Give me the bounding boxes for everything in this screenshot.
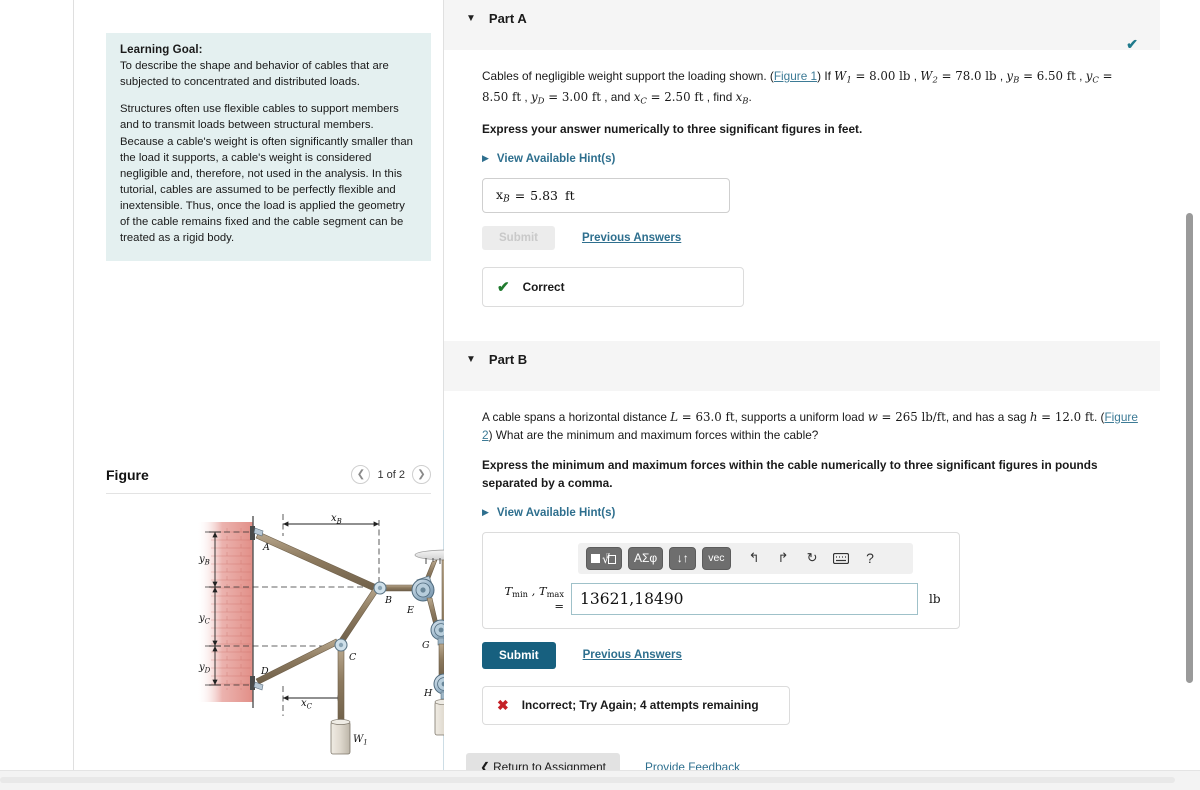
part-b-title: Part B	[488, 351, 528, 367]
part-b-answer-label: Tmin , Tmax =	[504, 584, 564, 614]
part-b-text-3: , and has a sag	[945, 409, 1030, 424]
math-toolbar: √ □ ΑΣφ ↓↑ vec ↰ ↱ ↻ ?	[578, 542, 913, 574]
part-b-text-5: ) What are the minimum and maximum force…	[488, 428, 819, 443]
part-a-hints-toggle[interactable]: ▶ View Available Hint(s)	[482, 153, 1138, 165]
part-b-submit-button[interactable]: Submit	[482, 641, 556, 669]
right-panel: ▼ Part A ✔ Cables of negligible weight s…	[444, 0, 1160, 781]
svg-text:xB: xB	[331, 513, 342, 526]
part-b-answer-unit: lb	[929, 591, 941, 606]
redo-icon[interactable]: ↱	[775, 550, 792, 566]
part-b-text-1: A cable spans a horizontal distance	[482, 409, 671, 424]
part-a-answer-value: 5.83	[530, 187, 559, 203]
template-square-icon	[591, 553, 600, 563]
figure-counter: 1 of 2	[377, 468, 405, 481]
part-a-actions: Submit Previous Answers	[482, 225, 1138, 250]
figure-1-link[interactable]: Figure 1	[774, 69, 817, 83]
part-a-answer-unit: ft	[565, 187, 575, 203]
greek-symbols-button[interactable]: ΑΣφ	[628, 546, 664, 570]
part-b-hints-label: View Available Hint(s)	[496, 506, 616, 519]
horizontal-scrollbar-track[interactable]	[0, 770, 1200, 790]
part-a-feedback-box: ✔ Correct	[482, 266, 744, 307]
radical-icon: √ □	[602, 552, 616, 566]
part-a-answer-equals: =	[514, 187, 526, 203]
horizontal-scrollbar-thumb[interactable]	[0, 777, 1175, 783]
part-a-instruction: Express your answer numerically to three…	[482, 122, 863, 137]
part-a-previous-answers-link[interactable]: Previous Answers	[582, 232, 681, 244]
svg-text:C: C	[349, 652, 357, 663]
svg-text:□: □	[606, 553, 611, 559]
part-b-actions: Submit Previous Answers	[482, 641, 1138, 669]
part-a-answer-symbol: xB	[496, 186, 510, 205]
svg-text:A: A	[262, 542, 270, 553]
svg-text:D: D	[260, 666, 269, 677]
part-b-answer-value: 13621,18490	[580, 589, 684, 608]
part-a-feedback-text: Correct	[522, 279, 565, 294]
question-text-mid: ) If	[817, 69, 835, 83]
chevron-right-icon: ▶	[482, 153, 489, 164]
vector-button[interactable]: vec	[702, 546, 731, 570]
check-icon: ✔	[497, 278, 510, 296]
part-b-answer-input[interactable]: 13621,18490	[571, 582, 918, 615]
undo-icon[interactable]: ↰	[746, 550, 763, 566]
x-icon: ✖	[497, 696, 509, 713]
collapse-caret-icon[interactable]: ▼	[466, 11, 476, 27]
vertical-scrollbar-thumb[interactable]	[1186, 213, 1193, 683]
part-b-body: A cable spans a horizontal distance L = …	[444, 408, 1160, 725]
part-a-header[interactable]: ▼ Part A ✔	[444, 0, 1160, 52]
part-b-text-4: . (	[1093, 409, 1105, 424]
math-template-button[interactable]: √ □	[586, 546, 622, 570]
svg-text:E: E	[406, 605, 414, 616]
part-b-header[interactable]: ▼ Part B	[444, 340, 1160, 391]
left-gutter	[0, 0, 74, 770]
collapse-caret-icon[interactable]: ▼	[466, 352, 476, 368]
part-b-hints-toggle[interactable]: ▶ View Available Hint(s)	[482, 507, 1138, 519]
check-icon: ✔	[1126, 36, 1138, 52]
part-a-title: Part A	[488, 11, 527, 26]
svg-text:H: H	[423, 688, 433, 699]
part-b-question: A cable spans a horizontal distance L = …	[482, 409, 1138, 443]
svg-text:xC: xC	[301, 698, 313, 711]
part-b-previous-answers-link[interactable]: Previous Answers	[583, 649, 682, 661]
part-b-feedback-text: Incorrect; Try Again; 4 attempts remaini…	[521, 698, 759, 713]
svg-text:W1: W1	[353, 734, 368, 747]
page-root: Learning Goal: To describe the shape and…	[0, 0, 1200, 790]
question-text-pre: Cables of negligible weight support the …	[482, 69, 774, 83]
figure-navigation: ❮ 1 of 2 ❯	[351, 465, 431, 484]
part-a-body: Cables of negligible weight support the …	[444, 67, 1160, 307]
chevron-right-icon[interactable]: ❯	[412, 465, 431, 484]
figure-panel-title: Figure	[106, 466, 149, 483]
part-b-section: ▼ Part B A cable spans a horizontal dist…	[444, 340, 1160, 781]
learning-goal-box: Learning Goal: To describe the shape and…	[106, 33, 431, 261]
updown-arrows-button[interactable]: ↓↑	[669, 546, 697, 570]
learning-goal-paragraph-1: To describe the shape and behavior of ca…	[120, 60, 389, 89]
part-a-question: Cables of negligible weight support the …	[482, 69, 1113, 106]
help-icon[interactable]: ?	[862, 550, 879, 566]
part-b-instruction: Express the minimum and maximum forces w…	[482, 458, 1098, 491]
keyboard-icon[interactable]	[833, 552, 850, 564]
learning-goal-paragraph-2: Structures often use flexible cables to …	[120, 103, 413, 245]
part-b-answer-row: Tmin , Tmax = 13621,18490 lb	[495, 582, 947, 615]
part-a-submit-button[interactable]: Submit	[482, 225, 555, 250]
figure-header: Figure ❮ 1 of 2 ❯	[106, 465, 431, 494]
part-a-section: ▼ Part A ✔ Cables of negligible weight s…	[444, 0, 1160, 307]
learning-goal-title: Learning Goal:	[120, 44, 203, 56]
svg-text:B: B	[384, 595, 392, 606]
part-a-hints-label: View Available Hint(s)	[496, 152, 616, 165]
chevron-right-icon: ▶	[482, 507, 489, 518]
part-b-math-editor: √ □ ΑΣφ ↓↑ vec ↰ ↱ ↻ ? Tmin , Tmax = 136…	[482, 531, 960, 629]
chevron-left-icon[interactable]: ❮	[351, 465, 371, 484]
part-a-answer-field[interactable]: xB = 5.83 ft	[482, 177, 730, 213]
left-panel: Learning Goal: To describe the shape and…	[75, 0, 480, 770]
part-b-text-2: , supports a uniform load	[734, 409, 868, 424]
reset-icon[interactable]: ↻	[804, 550, 821, 566]
part-b-feedback-box: ✖ Incorrect; Try Again; 4 attempts remai…	[482, 685, 790, 725]
svg-text:G: G	[422, 640, 430, 651]
